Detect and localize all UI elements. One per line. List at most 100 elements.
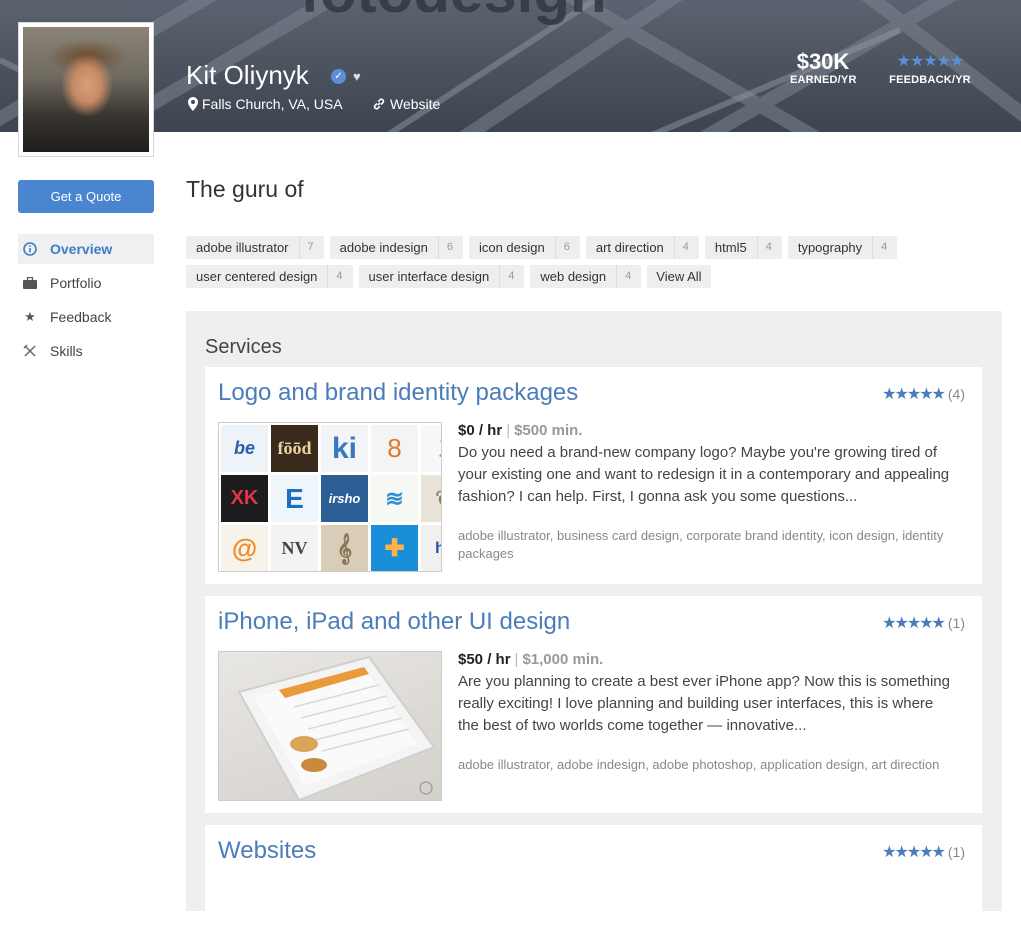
service-thumbnail[interactable] [218,651,442,801]
logo-tile: ✚ [371,525,418,571]
skill-tag[interactable]: adobe indesign 6 [329,236,463,259]
location: Falls Church, VA, USA [188,96,343,112]
profile-name: Kit Oliynyk [186,60,309,90]
website-label: Website [390,96,441,112]
service-card: iPhone, iPad and other UI design ★★★★★ (… [205,596,982,813]
feedback-label: FEEDBACK/YR [889,74,971,86]
services-title: Services [205,336,282,358]
avatar-photo [23,27,149,152]
rating-stars-icon: ★★★★★ [882,844,946,861]
tag-count: 6 [554,236,580,259]
info-icon [22,241,38,257]
logo-tile: XK [221,475,268,522]
hourly-rate: $50 / hr [458,651,511,668]
logo-tile: ki [321,425,368,472]
logo-tile: ❦ [421,475,441,522]
tag-count: 4 [872,236,897,259]
star-icon: ★ [24,309,36,324]
feedback-stat: ★★★★★ FEEDBACK/YR [889,50,971,86]
zoom-icon [419,781,433,795]
service-thumbnail[interactable]: be fōōd ki 8 ℷ XK E irsho ≋ ❦ @ NV 𝄞 ✚ h… [218,422,442,572]
sidebar-item-feedback[interactable]: ★ Feedback [18,302,154,332]
link-icon [373,98,385,110]
verified-icon: ✓ [331,69,346,84]
service-card: Logo and brand identity packages ★★★★★ (… [205,367,982,584]
service-skills: adobe illustrator, business card design,… [458,528,944,561]
sidebar-item-overview[interactable]: Overview [18,234,154,264]
skill-tag[interactable]: art direction 4 [585,236,699,259]
sidebar-item-portfolio[interactable]: Portfolio [18,268,154,298]
service-description: Do you need a brand-new company logo? Ma… [458,444,950,505]
logo-tile: NV [271,525,318,571]
logo-tile: ≋ [371,475,418,522]
price-separator: | [514,651,519,668]
logo-tile: fōōd [271,425,318,472]
heart-icon[interactable]: ♥ [353,69,361,84]
logo-tile: @ [221,525,268,571]
tag-label: html5 [714,240,747,255]
minimum-price: $1,000 min. [522,651,604,668]
logo-tile: ℷ [421,425,441,472]
sidebar-item-label: Skills [50,343,83,359]
skill-tag[interactable]: html5 4 [704,236,782,259]
rating-stars-icon: ★★★★★ [882,615,946,632]
tag-count: 4 [673,236,699,259]
service-title-link[interactable]: Websites [218,837,316,865]
services-section: Services Logo and brand identity package… [186,311,1002,925]
view-all-tags-button[interactable]: View All [647,265,711,288]
logo-tile: E [271,475,318,522]
service-price: $50 / hr | $1,000 min. [458,651,603,668]
location-text: Falls Church, VA, USA [202,96,343,112]
website-link[interactable]: Website [372,96,440,112]
price-separator: | [506,422,511,439]
service-rating: ★★★★★ (1) [882,613,965,633]
feedback-stars-icon: ★★★★★ [896,53,965,70]
tag-label: web design [540,269,607,284]
tag-label: user interface design [368,269,490,284]
skill-tag[interactable]: adobe illustrator 7 [186,236,324,259]
skill-tag[interactable]: web design 4 [530,265,642,288]
tag-count: 4 [756,236,782,259]
guru-title: The guru of [186,176,304,202]
service-title-link[interactable]: iPhone, iPad and other UI design [218,608,570,636]
service-description: Are you planning to create a best ever i… [458,673,950,734]
svg-text:fotodesign: fotodesign [300,0,607,25]
tools-icon [22,343,38,359]
sidebar-item-skills[interactable]: Skills [18,336,154,366]
skill-tag[interactable]: user interface design 4 [358,265,525,288]
sidebar-nav: Overview Portfolio ★ Feedback Skills [18,234,154,370]
earned-value: $30K [796,49,850,74]
skill-tag[interactable]: user centered design 4 [186,265,353,288]
tag-label: icon design [478,240,545,255]
tag-count: 4 [327,265,352,288]
rating-stars-icon: ★★★★★ [882,386,946,403]
service-rating: ★★★★★ (1) [882,842,965,862]
tag-label: adobe illustrator [196,240,289,255]
skill-tags: adobe illustrator 7 adobe indesign 6 icon … [186,236,986,288]
earned-stat: $30K EARNED/YR [790,49,856,87]
tag-label: art direction [595,240,664,255]
briefcase-icon [22,275,38,291]
hourly-rate: $0 / hr [458,422,503,439]
map-pin-icon [188,97,198,111]
logo-tile: 8 [371,425,418,472]
service-rating: ★★★★★ (4) [882,384,965,404]
tag-count: 4 [616,265,641,288]
logo-tile: irsho [321,475,368,522]
tag-label: adobe indesign [339,240,428,255]
service-card: Websites ★★★★★ (1) [205,825,982,925]
logo-tile: ha [421,525,441,571]
tag-count: 4 [499,265,524,288]
tag-count: 6 [437,236,463,259]
avatar[interactable] [18,22,154,157]
service-title-link[interactable]: Logo and brand identity packages [218,379,578,407]
minimum-price: $500 min. [514,422,583,439]
get-a-quote-button[interactable]: Get a Quote [18,180,154,213]
skill-tag[interactable]: icon design 6 [468,236,580,259]
skill-tag[interactable]: typography 4 [787,236,898,259]
rating-count: (1) [947,615,965,631]
sidebar-item-label: Portfolio [50,275,102,291]
tag-label: user centered design [196,269,318,284]
service-price: $0 / hr | $500 min. [458,422,582,439]
rating-count: (1) [947,844,965,860]
